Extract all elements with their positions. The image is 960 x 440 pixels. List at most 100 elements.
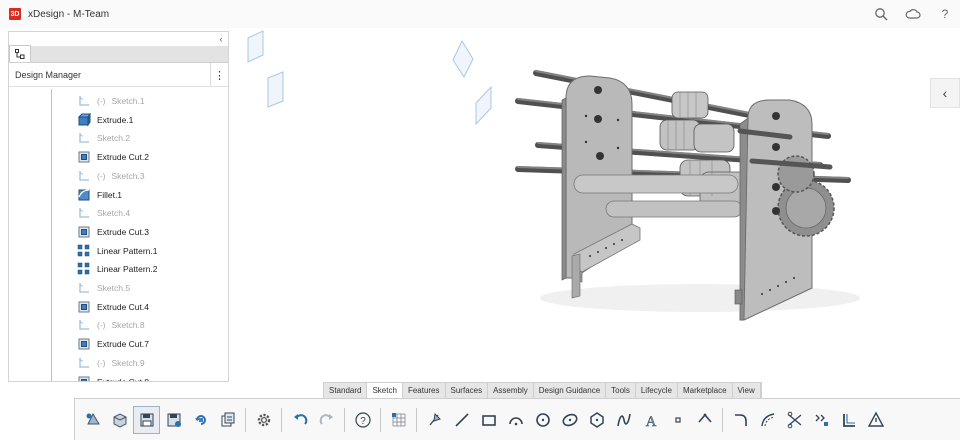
new-part-icon[interactable] <box>79 406 106 434</box>
design-manager-panel: ‹ Design Manager ⋮ (-) Sketch.1 Extrude.1 S… <box>8 31 229 382</box>
copy-icon[interactable] <box>214 406 241 434</box>
extrude-cut-icon <box>77 300 91 314</box>
grid-icon[interactable] <box>385 406 412 434</box>
tab-marketplace[interactable]: Marketplace <box>678 383 733 398</box>
corner-icon[interactable] <box>835 406 862 434</box>
tab-lifecycle[interactable]: Lifecycle <box>636 383 678 398</box>
text-icon[interactable]: A <box>637 406 664 434</box>
tree-item[interactable]: (-) Sketch.8 <box>77 316 145 334</box>
offset-icon[interactable] <box>754 406 781 434</box>
command-tabs: Standard Sketch Features Surfaces Assembly De… <box>323 382 762 398</box>
linear-pattern-icon <box>77 262 91 276</box>
centerline-icon[interactable] <box>691 406 718 434</box>
tree-item[interactable]: Linear Pattern.2 <box>77 260 157 278</box>
tree-item-label: Extrude Cut.2 <box>97 152 149 163</box>
fillet-icon <box>77 188 91 202</box>
feature-tree: (-) Sketch.1 Extrude.1 Sketch.2 Extrude Cut.… <box>9 89 228 381</box>
tree-item[interactable]: Sketch.4 <box>77 204 130 222</box>
more-options-icon[interactable]: ⋮ <box>210 63 228 87</box>
trim-icon[interactable] <box>781 406 808 434</box>
search-icon[interactable] <box>872 5 890 23</box>
rectangle-icon[interactable] <box>475 406 502 434</box>
suppressed-marker: (-) <box>97 170 106 181</box>
sketch-icon <box>77 318 91 332</box>
tree-item[interactable]: Fillet.1 <box>77 186 122 204</box>
tree-item[interactable]: Sketch.2 <box>77 129 130 147</box>
convert-icon[interactable] <box>808 406 835 434</box>
linear-pattern-icon <box>77 244 91 258</box>
sketch-icon <box>77 94 91 108</box>
tab-design-guidance[interactable]: Design Guidance <box>534 383 607 398</box>
tab-view[interactable]: View <box>733 383 761 398</box>
tree-item-label: Fillet.1 <box>97 189 123 200</box>
tree-item[interactable]: Extrude Cut.8 <box>77 373 149 382</box>
relations-icon[interactable] <box>862 406 889 434</box>
suppressed-marker: (-) <box>97 357 106 368</box>
redo-icon[interactable] <box>313 406 340 434</box>
save-icon[interactable] <box>133 405 160 434</box>
fillet-sketch-icon[interactable] <box>727 406 754 434</box>
tree-item[interactable]: Extrude Cut.4 <box>77 298 149 316</box>
extrude-cut-icon <box>77 375 91 381</box>
tab-surfaces[interactable]: Surfaces <box>446 383 489 398</box>
settings-icon[interactable] <box>250 406 277 434</box>
line-icon[interactable] <box>448 406 475 434</box>
tree-item[interactable]: Extrude Cut.7 <box>77 335 149 353</box>
tree-item[interactable]: Extrude Cut.3 <box>77 223 149 241</box>
tree-item[interactable]: (-) Sketch.9 <box>77 354 145 372</box>
sketch-icon <box>77 281 91 295</box>
extrude-icon <box>77 112 91 127</box>
suppressed-marker: (-) <box>97 320 106 331</box>
tree-item-label: Extrude Cut.8 <box>97 377 149 382</box>
tab-assembly[interactable]: Assembly <box>488 383 534 398</box>
undo-icon[interactable] <box>286 406 313 434</box>
tree-item[interactable]: (-) Sketch.1 <box>77 92 145 110</box>
suppressed-marker: (-) <box>97 96 106 106</box>
sketch-icon <box>77 169 91 183</box>
sketch-icon <box>77 131 91 145</box>
help-icon[interactable]: ? <box>349 406 376 434</box>
help-icon[interactable]: ? <box>936 5 954 23</box>
title-bar-actions: ? <box>872 0 954 28</box>
tree-item-label: Linear Pattern.1 <box>97 245 158 256</box>
tree-item-label: Extrude Cut.3 <box>97 226 149 237</box>
cloud-icon[interactable] <box>904 5 922 23</box>
tree-item-label: Sketch.5 <box>97 283 131 293</box>
spline-icon[interactable] <box>610 406 637 434</box>
svg-text:A: A <box>645 414 656 429</box>
toolbar-separator <box>245 407 246 432</box>
app-logo[interactable]: 3D <box>9 8 21 20</box>
polygon-icon[interactable] <box>583 406 610 434</box>
svg-text:?: ? <box>360 416 366 427</box>
tab-standard[interactable]: Standard <box>324 383 368 398</box>
tab-sketch[interactable]: Sketch <box>367 383 403 398</box>
refresh-icon[interactable] <box>187 406 214 434</box>
tree-item-label: Extrude Cut.4 <box>97 301 149 312</box>
point-icon[interactable] <box>664 406 691 434</box>
ellipse-icon[interactable] <box>556 406 583 434</box>
smart-dimension-icon[interactable] <box>421 406 448 434</box>
toolbar-separator <box>416 407 417 432</box>
save-as-icon[interactable] <box>160 406 187 434</box>
tree-item-label: Sketch.4 <box>97 208 131 219</box>
tab-tools[interactable]: Tools <box>606 383 636 398</box>
toolbar-separator <box>344 407 345 432</box>
expand-right-panel-icon[interactable]: ‹ <box>930 78 960 108</box>
tree-item-label: Sketch.3 <box>111 170 145 181</box>
tree-item[interactable]: Sketch.5 <box>77 279 130 297</box>
tree-item-label: Extrude Cut.7 <box>97 339 149 350</box>
tree-icon[interactable] <box>9 45 31 62</box>
tree-item[interactable]: Extrude Cut.2 <box>77 148 149 166</box>
tree-item[interactable]: (-) Sketch.3 <box>77 167 145 185</box>
tab-features[interactable]: Features <box>403 383 446 398</box>
tree-connector <box>51 89 52 381</box>
arc-icon[interactable] <box>502 406 529 434</box>
tree-item[interactable]: Extrude.1 <box>77 111 133 129</box>
circle-icon[interactable] <box>529 406 556 434</box>
collapse-panel-icon[interactable]: ‹ <box>216 34 226 44</box>
toolbar-separator <box>281 407 282 432</box>
open-icon[interactable] <box>106 406 133 434</box>
command-toolbar: ? A <box>74 398 960 440</box>
tree-item[interactable]: Linear Pattern.1 <box>77 242 157 260</box>
tree-item-label: Extrude.1 <box>97 114 134 125</box>
